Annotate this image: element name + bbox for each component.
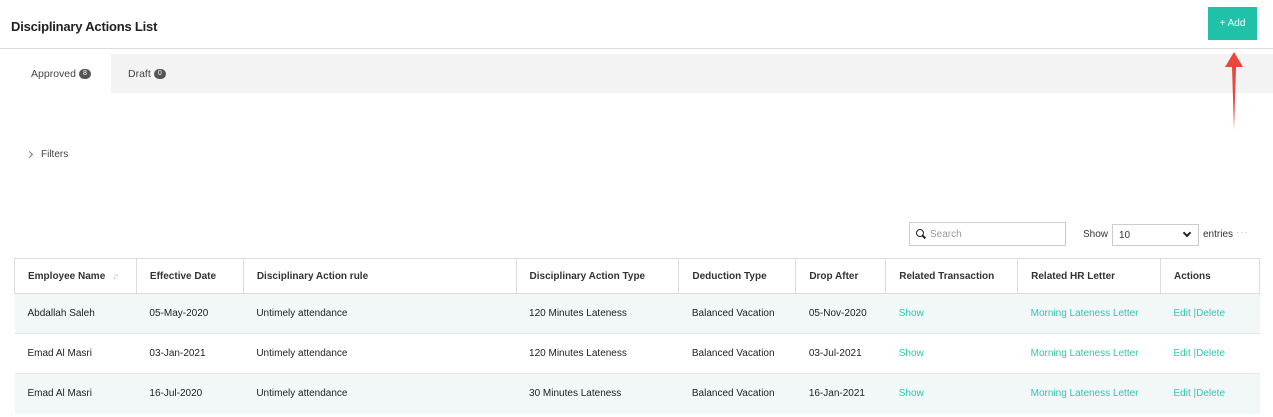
column-header-action-rule[interactable]: Disciplinary Action rule [242, 258, 517, 294]
sort-icon: ↓↑ [112, 270, 119, 281]
related-transaction-cell: Show [885, 333, 1018, 374]
show-transaction-link[interactable]: Show [899, 388, 924, 399]
edit-link[interactable]: Edit [1174, 308, 1191, 319]
related-transaction-cell: Show [885, 373, 1018, 414]
tab-approved-label: Approved [31, 67, 76, 80]
employee-name-cell: Emad Al Masri [14, 373, 137, 414]
column-header-action-type[interactable]: Disciplinary Action Type [515, 258, 680, 294]
related-hr-letter-cell: Morning Lateness Letter [1017, 333, 1161, 374]
employee-name-cell: Abdallah Saleh [14, 293, 137, 334]
actions-cell: Edit |Delete [1160, 293, 1260, 334]
effective-date-cell: 03-Jan-2021 [136, 333, 244, 374]
action-type-cell: 30 Minutes Lateness [516, 373, 679, 414]
search-icon [916, 229, 926, 239]
hr-letter-link[interactable]: Morning Lateness Letter [1031, 308, 1139, 319]
deduction-type-cell: Balanced Vacation [678, 373, 796, 414]
column-header-effective-date[interactable]: Effective Date [135, 258, 244, 294]
more-options-icon[interactable]: ··· [1236, 227, 1249, 238]
effective-date-cell: 05-May-2020 [136, 293, 244, 334]
tab-approved[interactable]: Approved 8 [11, 54, 111, 93]
employee-name-cell: Emad Al Masri [14, 333, 137, 374]
tab-draft-count-badge: 0 [153, 68, 166, 79]
table-header-row: Employee Name ↓↑ Effective Date Disciplin… [14, 258, 1260, 294]
action-rule-cell: Untimely attendance [243, 373, 517, 414]
filters-label: Filters [41, 149, 69, 160]
action-rule-cell: Untimely attendance [243, 333, 517, 374]
show-label: Show [1083, 229, 1109, 240]
related-hr-letter-cell: Morning Lateness Letter [1017, 373, 1161, 414]
delete-link[interactable]: |Delete [1194, 348, 1226, 359]
action-rule-cell: Untimely attendance [243, 293, 517, 334]
column-header-drop-after[interactable]: Drop After [795, 258, 887, 294]
page-header: Disciplinary Actions List + Add [0, 0, 1273, 49]
filters-toggle[interactable]: Filters [25, 149, 69, 160]
entries-label: entries [1203, 229, 1234, 240]
entries-select-value: 10 [1119, 229, 1131, 241]
column-header-actions: Actions [1160, 258, 1260, 294]
annotation-arrow-icon [1225, 52, 1243, 130]
hr-letter-link[interactable]: Morning Lateness Letter [1031, 388, 1139, 399]
column-header-employee-name[interactable]: Employee Name ↓↑ [14, 258, 137, 294]
column-header-related-transaction[interactable]: Related Transaction [885, 258, 1019, 294]
related-transaction-cell: Show [885, 293, 1018, 334]
action-type-cell: 120 Minutes Lateness [516, 293, 679, 334]
actions-cell: Edit |Delete [1160, 333, 1260, 374]
actions-cell: Edit |Delete [1160, 373, 1260, 414]
add-button[interactable]: + Add [1208, 7, 1257, 40]
column-header-deduction-type[interactable]: Deduction Type [678, 258, 797, 294]
column-header-related-hr-letter[interactable]: Related HR Letter [1017, 258, 1161, 294]
hr-letter-link[interactable]: Morning Lateness Letter [1031, 348, 1139, 359]
tab-approved-count-badge: 8 [78, 68, 91, 79]
search-box [909, 222, 1066, 246]
drop-after-cell: 16-Jan-2021 [795, 373, 886, 414]
tab-draft[interactable]: Draft 0 [128, 54, 166, 93]
action-type-cell: 120 Minutes Lateness [516, 333, 679, 374]
entries-select[interactable]: 10 [1112, 224, 1199, 246]
delete-link[interactable]: |Delete [1194, 388, 1226, 399]
deduction-type-cell: Balanced Vacation [678, 333, 796, 374]
show-transaction-link[interactable]: Show [899, 308, 924, 319]
related-hr-letter-cell: Morning Lateness Letter [1017, 293, 1161, 334]
drop-after-cell: 03-Jul-2021 [795, 333, 886, 374]
table-row: Emad Al Masri 03-Jan-2021 Untimely atten… [14, 333, 1260, 374]
table-row: Emad Al Masri 16-Jul-2020 Untimely atten… [14, 373, 1260, 414]
tabs-bar: Approved 8 Draft 0 [11, 54, 1273, 93]
edit-link[interactable]: Edit [1174, 388, 1191, 399]
show-transaction-link[interactable]: Show [899, 348, 924, 359]
effective-date-cell: 16-Jul-2020 [136, 373, 244, 414]
search-input[interactable] [930, 228, 1060, 240]
disciplinary-actions-table: Employee Name ↓↑ Effective Date Disciplin… [14, 258, 1260, 414]
edit-link[interactable]: Edit [1174, 348, 1191, 359]
delete-link[interactable]: |Delete [1194, 308, 1226, 319]
tab-draft-label: Draft [128, 67, 151, 80]
drop-after-cell: 05-Nov-2020 [795, 293, 886, 334]
chevron-right-icon [25, 150, 34, 159]
deduction-type-cell: Balanced Vacation [678, 293, 796, 334]
page-title: Disciplinary Actions List [11, 19, 158, 34]
table-row: Abdallah Saleh 05-May-2020 Untimely atte… [14, 293, 1260, 334]
chevron-down-icon [1182, 228, 1192, 238]
